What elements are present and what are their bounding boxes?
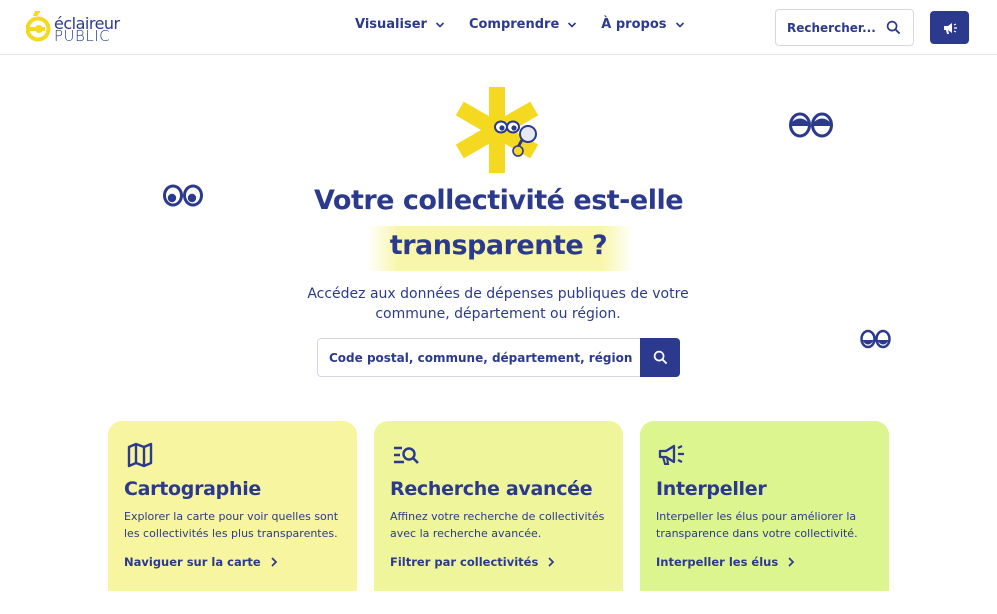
chevron-right-icon bbox=[788, 557, 795, 567]
megaphone-icon bbox=[658, 444, 684, 465]
card-link-label: Naviguer sur la carte bbox=[124, 555, 261, 569]
card-link-label: Interpeller les élus bbox=[656, 555, 779, 569]
chevron-right-icon bbox=[271, 557, 277, 567]
card-link-carte[interactable]: Naviguer sur la carte bbox=[124, 555, 278, 569]
header-search-input[interactable]: Rechercher... bbox=[775, 9, 914, 46]
site-logo[interactable]: éclaireur PUBLIC bbox=[26, 8, 136, 46]
hero-title-line2: transparente ? bbox=[389, 230, 608, 261]
site-header: éclaireur PUBLIC Visualiser Comprendre À… bbox=[0, 0, 997, 55]
map-icon bbox=[127, 442, 153, 468]
hero-subtitle: Accédez aux données de dépenses publique… bbox=[307, 286, 689, 322]
card-link-filtrer[interactable]: Filtrer par collectivités bbox=[390, 555, 555, 569]
megaphone-icon bbox=[943, 22, 957, 34]
logo-text-bottom: PUBLIC bbox=[54, 27, 111, 45]
search-list-icon bbox=[394, 446, 419, 464]
chevron-down-icon bbox=[435, 21, 445, 28]
mascot-illustration bbox=[455, 87, 539, 173]
card-description: Affinez votre recherche de collectivités… bbox=[390, 510, 605, 540]
card-interpeller: Interpeller Interpeller les élus pour am… bbox=[640, 421, 889, 591]
card-recherche-avancee: Recherche avancée Affinez votre recherch… bbox=[374, 421, 623, 591]
card-link-label: Filtrer par collectivités bbox=[390, 555, 539, 569]
eyes-icon bbox=[860, 329, 891, 349]
chevron-right-icon bbox=[548, 557, 555, 567]
search-placeholder: Code postal, commune, département, régio… bbox=[329, 351, 633, 365]
eyes-icon bbox=[789, 112, 833, 138]
main-nav: Visualiser Comprendre À propos bbox=[355, 17, 709, 32]
logo-icon bbox=[26, 11, 51, 42]
nav-item-visualiser[interactable]: Visualiser bbox=[355, 17, 445, 32]
card-description: Explorer la carte pour voir quelles sont… bbox=[124, 510, 339, 540]
nav-item-label: À propos bbox=[601, 17, 667, 32]
chevron-down-icon bbox=[675, 21, 684, 28]
card-description: Interpeller les élus pour améliorer la t… bbox=[656, 510, 858, 540]
megaphone-button[interactable] bbox=[930, 11, 969, 44]
nav-item-a-propos[interactable]: À propos bbox=[601, 17, 684, 32]
collectivite-search-input[interactable]: Code postal, commune, département, régio… bbox=[317, 338, 680, 377]
nav-item-label: Visualiser bbox=[355, 17, 427, 32]
card-title: Interpeller bbox=[656, 478, 767, 500]
card-link-interpeller[interactable]: Interpeller les élus bbox=[656, 555, 795, 569]
card-title: Cartographie bbox=[124, 478, 261, 500]
search-icon bbox=[886, 20, 901, 35]
chevron-down-icon bbox=[568, 21, 577, 28]
card-title: Recherche avancée bbox=[390, 478, 593, 500]
header-search-placeholder: Rechercher... bbox=[787, 20, 876, 35]
search-icon bbox=[653, 350, 667, 365]
nav-item-comprendre[interactable]: Comprendre bbox=[469, 17, 577, 32]
search-submit-button[interactable] bbox=[640, 338, 680, 377]
hero-title-line1: Votre collectivité est-elle bbox=[313, 185, 684, 216]
card-cartographie: Cartographie Explorer la carte pour voir… bbox=[108, 421, 357, 591]
nav-item-label: Comprendre bbox=[468, 17, 560, 32]
